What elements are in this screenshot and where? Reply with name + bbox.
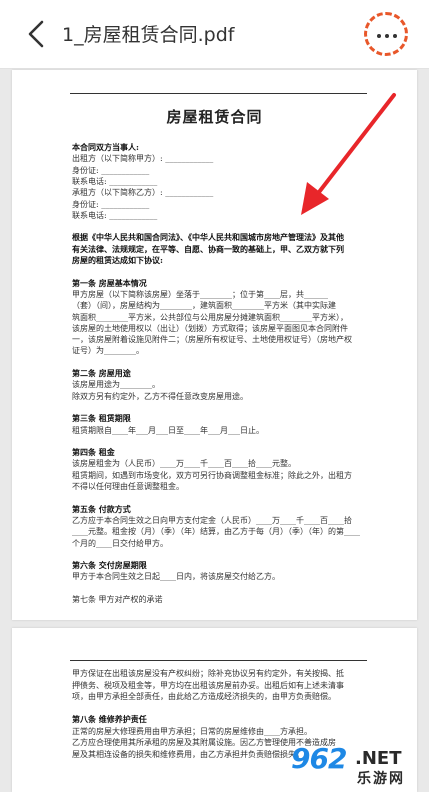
top-bar: 1_房屋租赁合同.pdf	[0, 0, 429, 69]
document-text-line: 个月的____日交付给甲方。	[72, 538, 168, 548]
document-text-line: 不得以任何理由任意调整租金。	[72, 482, 184, 491]
chevron-left-icon	[28, 20, 44, 48]
document-text-line: 承租方（以下简称乙方）: ____________	[72, 188, 214, 198]
document-text-line: 项，由甲方承担全部责任，由此给乙方造成经济损失的，由甲方负责赔偿。	[72, 692, 336, 701]
header-rule	[70, 93, 367, 94]
document-text-line: 第六条 交付房屋期限	[72, 560, 147, 571]
document-text-line: 根据《中华人民共和国合同法》、《中华人民共和国城市房地产管理法》及其他	[72, 232, 344, 243]
document-text-line: 证号）为________。	[72, 346, 144, 356]
watermark-logo: 962 .NET 乐游网	[291, 742, 423, 788]
document-text-line: ____元整。租金按（月）（季）（年）结算，由乙方于每（月）（季）（年）的第__…	[72, 527, 360, 537]
document-text-line: 第五条 付款方式	[72, 503, 131, 514]
document-text-line: 租赁期间，如遇到市场变化，双方可另行协商调整租金标准；除此之外，出租方	[72, 470, 352, 480]
document-text-line: 有关法律、法规规定，在平等、自愿、协商一致的基础上，甲、乙双方就下列	[72, 243, 344, 254]
document-text-line: 第四条 租金	[72, 447, 115, 458]
document-text-line: 甲方房屋（以下简称该房屋）坐落于________；位于第____层，共_____…	[72, 289, 328, 299]
document-text-line: 该房屋租金为（人民币）____万____千____百____拾____元整。	[72, 459, 296, 469]
document-text-line: 屋及其相连设备的损失和维修费用，由乙方承担并负责赔偿损失。	[72, 749, 304, 759]
more-dots-icon	[377, 34, 381, 38]
file-title: 1_房屋租赁合同.pdf	[62, 24, 235, 46]
document-text-line: 身份证: ____________	[72, 165, 150, 175]
back-button[interactable]	[22, 18, 52, 50]
header-rule	[70, 660, 367, 661]
document-text-line: 出租方（以下简称甲方）: ____________	[72, 154, 214, 164]
document-text-line: 乙方应于本合同生效之日向甲方支付定金（人民币）____万____千____百__…	[72, 515, 352, 525]
document-text-line: 第七条 甲方对产权的承诺	[72, 595, 163, 604]
document-text-line: 该房屋用途为________。	[72, 380, 160, 390]
document-text-line: 本合同双方当事人:	[72, 142, 139, 152]
document-text-line: 第一条 房屋基本情况	[72, 277, 147, 288]
document-text-line: 甲方于本合同生效之日起____日内，将该房屋交付给乙方。	[72, 572, 280, 582]
document-text-line: 押债务、税项及租金等，甲方均在出租该房屋前办妥。出租后如有上述未清事	[72, 680, 344, 690]
document-text-line: 第二条 房屋用途	[72, 368, 131, 378]
document-text-line: 租赁期限自____年___月___日至____年___月___日止。	[72, 425, 264, 435]
document-text-line: 房屋的租赁达成如下协议:	[72, 255, 163, 265]
watermark-number: 962	[291, 742, 347, 775]
document-text-line: 甲方保证在出租该房屋没有产权纠纷；除补充协议另有约定外，有关按揭、抵	[72, 669, 344, 678]
document-text-line: 第三条 租赁期限	[72, 413, 131, 424]
document-text-line: 筑面积________平方米，公共部位与公用房屋分摊建筑面积________平方…	[72, 312, 348, 322]
more-options-button[interactable]	[364, 12, 408, 56]
pdf-page-1[interactable]: 房屋租赁合同 本合同双方当事人: 出租方（以下简称甲方）: ___________…	[12, 70, 417, 620]
document-text-line: 正常的房屋大修理费用由甲方承担；日常的房屋维修由____方承担。	[72, 726, 312, 736]
document-title: 房屋租赁合同	[166, 108, 263, 126]
watermark-cn: 乐游网	[357, 771, 405, 787]
document-text-line: 除双方另有约定外，乙方不得任意改变房屋用途。	[72, 391, 248, 401]
document-text-line: 一，该房屋附着设施见附件二；（房屋所有权证号、土地使用权证号）（房地产权	[72, 335, 352, 345]
document-text-line: 第八条 维修养护责任	[72, 714, 147, 724]
document-text-line: 联系电话: ____________	[72, 210, 158, 220]
watermark-net: .NET	[355, 748, 402, 769]
document-text-line: （套）（间），房屋结构为________，建筑面积________平方米（其中实…	[72, 301, 336, 311]
document-text-line: 联系电话: ____________	[72, 176, 158, 186]
document-text-line: 身份证: ____________	[72, 199, 150, 209]
document-text-line: 该房屋的土地使用权以（出让）（划拨）方式取得；该房屋平面图见本合同附件	[72, 323, 348, 333]
